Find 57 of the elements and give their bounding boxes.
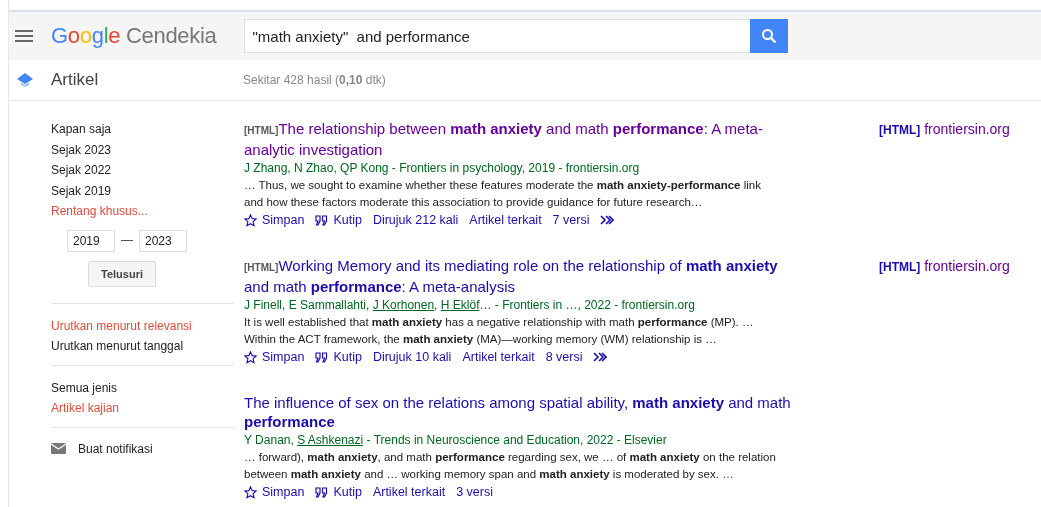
year-to-field[interactable]: 2023 (139, 229, 187, 252)
result-title[interactable]: [HTML]The relationship between math anxiety and math performance: A meta-analytic investigation (244, 119, 806, 159)
filter-link[interactable]: Urutkan menurut tanggal (51, 336, 234, 357)
result-title[interactable]: [HTML]Working Memory and its mediating role on the relationship of math anxiety and math performance: A meta-analysis (244, 256, 806, 296)
result-snippet: … forward), math anxiety, and math performance regarding sex, we … of math anxiety on the relation between math anxiety and … working memory span and math anxiety is moderated by sex. … (244, 450, 777, 482)
result-link[interactable]: 8 versi (545, 350, 583, 364)
section-title: Artikel (51, 70, 100, 90)
save-link[interactable]: Simpan (244, 485, 305, 499)
envelope-icon (51, 443, 66, 454)
result-link[interactable]: Dirujuk 10 kali (372, 350, 452, 364)
result-link[interactable]: 7 versi (552, 213, 590, 227)
filter-link[interactable]: Sejak 2019 (51, 180, 234, 201)
filter-link[interactable]: Kapan saja (51, 119, 234, 140)
full-text-link[interactable]: [HTML] frontiersin.org (879, 258, 1010, 276)
logo[interactable]: Google Cendekia (51, 23, 217, 49)
author-link[interactable]: H Eklöf (440, 298, 480, 312)
cite-link[interactable]: Kutip (315, 213, 362, 227)
result-link[interactable]: Artikel terkait (462, 350, 535, 364)
result-link[interactable]: Dirujuk 212 kali (372, 213, 459, 227)
year-from-field[interactable]: 2019 (67, 229, 115, 252)
menu-icon[interactable] (15, 30, 33, 42)
double-chevron-icon[interactable] (593, 352, 608, 362)
star-icon (244, 485, 257, 499)
results-count: Sekitar 428 hasil (0,10 dtk) (243, 73, 386, 87)
filter-link[interactable]: Artikel kajian (51, 398, 234, 419)
filter-link[interactable]: Rentang khusus... (51, 201, 234, 222)
save-link[interactable]: Simpan (244, 213, 305, 227)
result-title[interactable]: The influence of sex on the relations among spatial ability, math anxiety and math performance (244, 393, 806, 431)
search-icon (760, 28, 777, 44)
save-link[interactable]: Simpan (244, 350, 305, 364)
result-link[interactable]: 3 versi (456, 485, 493, 499)
search-button[interactable] (749, 19, 788, 53)
filter-link[interactable]: Sejak 2022 (51, 160, 234, 181)
result-source: J Finell, E Sammallahti, J Korhonen, H Eklöf… - Frontiers in …, 2022 - frontiersin.org (244, 297, 696, 314)
cite-link[interactable]: Kutip (315, 485, 362, 499)
graduation-cap-icon (16, 72, 34, 88)
result-snippet: It is well established that math anxiety has a negative relationship with math performance (MP). … Within the ACT framework, the math anxiety (MA)—working memory (WM) relationship is … (244, 315, 755, 347)
full-text-link[interactable]: [HTML] frontiersin.org (879, 121, 1010, 139)
search-field[interactable]: "math anxiety" and performance (243, 19, 750, 53)
result-source: J Zhang, N Zhao, QP Kong - Frontiers in psychology, 2019 - frontiersin.org (244, 160, 641, 177)
cite-link[interactable]: Kutip (315, 350, 362, 364)
quote-icon (315, 486, 329, 498)
result-snippet: … Thus, we sought to examine whether these features moderate the math anxiety-performance link and how these factors moderate this association to provide guidance for future research… (244, 178, 762, 210)
result-link[interactable]: Artikel terkait (372, 485, 446, 499)
author-link[interactable]: S Ashkenazi (297, 433, 364, 447)
search-range-button[interactable]: Telusuri (88, 260, 156, 287)
filter-link[interactable]: Sejak 2023 (51, 139, 234, 160)
star-icon (244, 350, 257, 364)
quote-icon (315, 351, 329, 363)
star-icon (244, 213, 257, 227)
double-chevron-icon[interactable] (600, 215, 615, 225)
filter-link[interactable]: Semua jenis (51, 377, 234, 398)
create-alert-link[interactable]: Buat notifikasi (51, 439, 234, 456)
quote-icon (315, 214, 329, 226)
filter-link[interactable]: Urutkan menurut relevansi (51, 315, 234, 336)
result-source: Y Danan, S Ashkenazi - Trends in Neuroscience and Education, 2022 - Elsevier (244, 432, 668, 449)
result-link[interactable]: Artikel terkait (469, 213, 542, 227)
